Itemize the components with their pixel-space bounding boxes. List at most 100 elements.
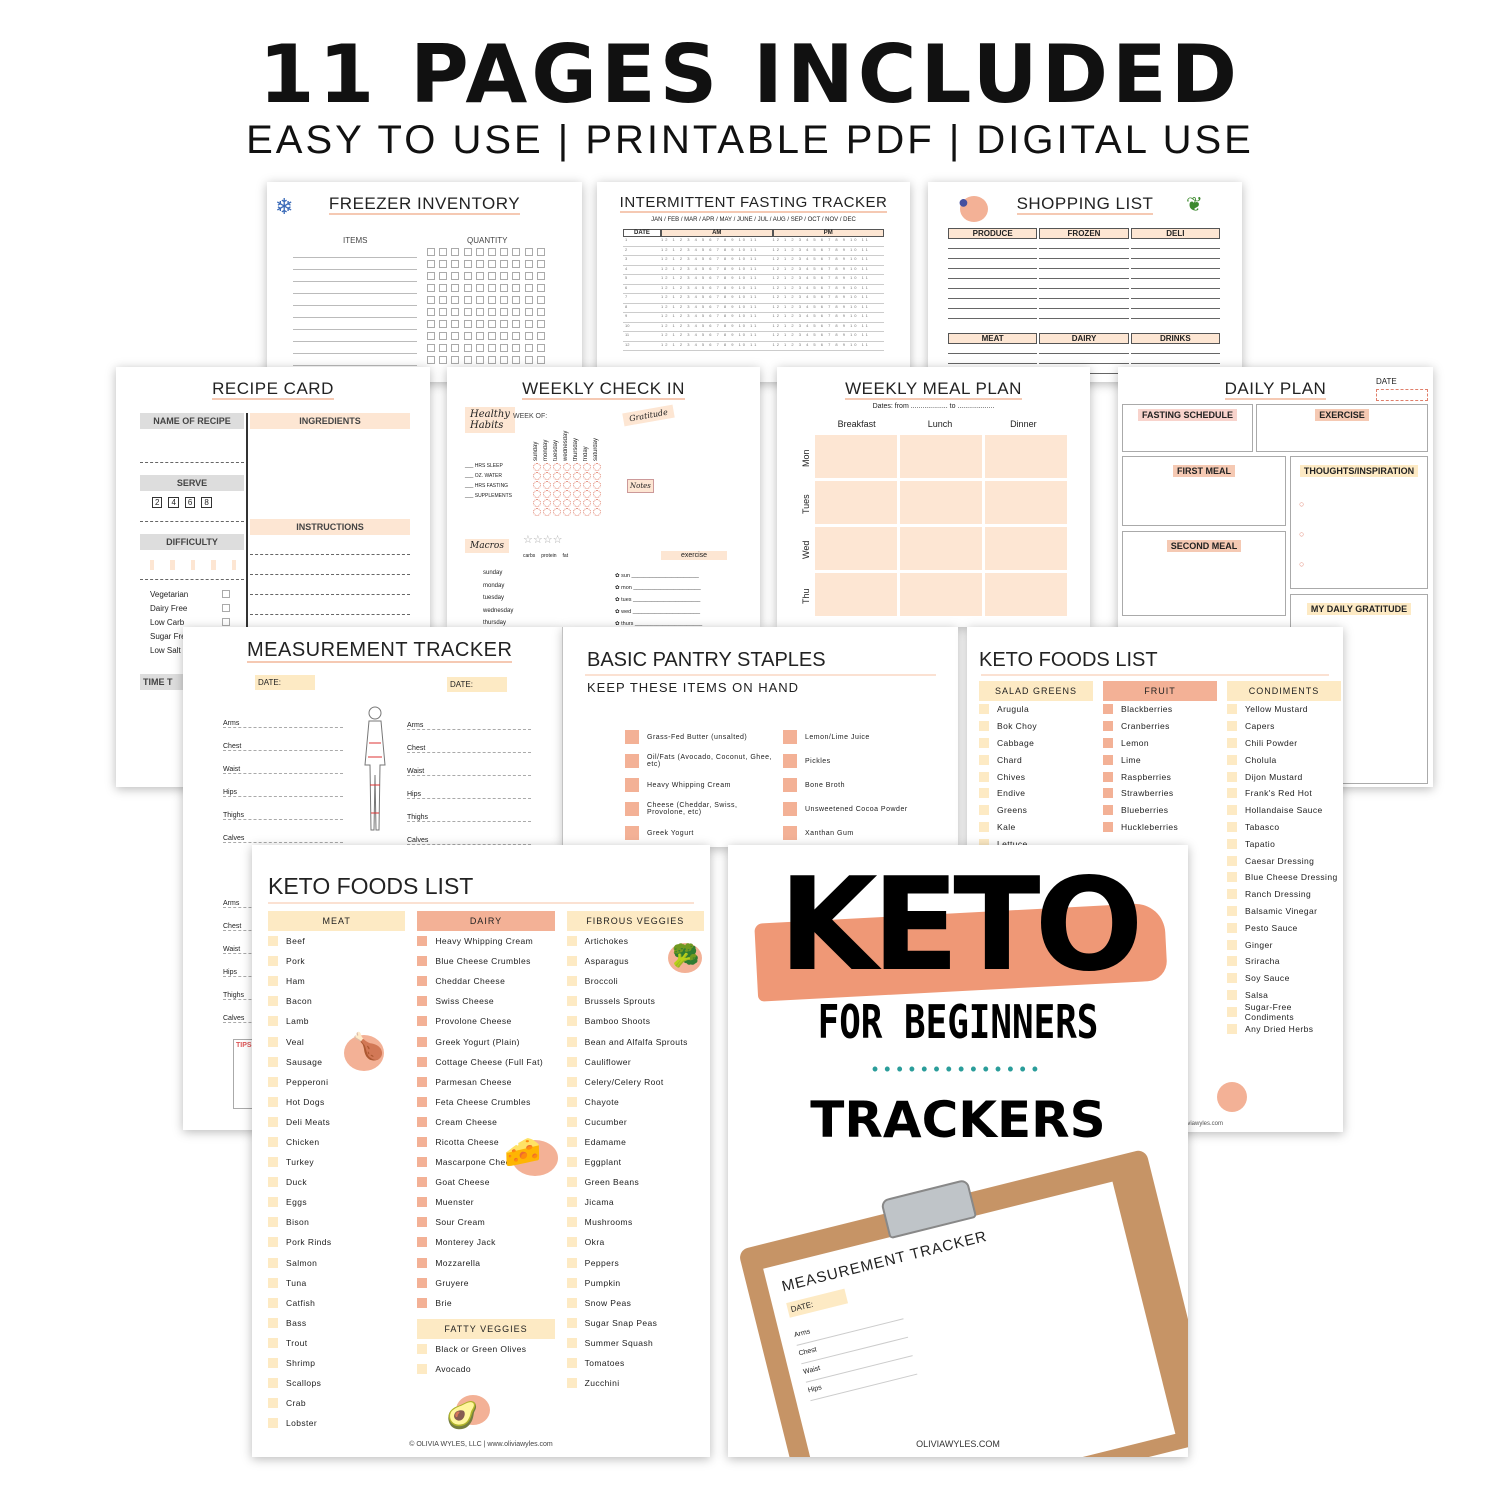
food-item[interactable]: Cranberries	[1103, 718, 1217, 735]
quantity-box[interactable]	[487, 308, 496, 316]
habit-circle[interactable]	[583, 472, 591, 480]
food-item[interactable]: Pork	[268, 951, 405, 971]
list-line[interactable]	[1039, 269, 1129, 279]
checkbox[interactable]	[417, 1056, 428, 1067]
habit-circle[interactable]	[543, 463, 551, 471]
quantity-box[interactable]	[427, 356, 435, 364]
food-item[interactable]: Bacon	[268, 991, 405, 1011]
quantity-box[interactable]	[439, 308, 448, 316]
measurement-row[interactable]: Arms	[407, 707, 531, 730]
food-item[interactable]: Dijon Mustard	[1227, 768, 1341, 785]
quantity-box[interactable]	[463, 344, 472, 352]
am-hours[interactable]: 12 1 2 3 4 5 6 7 8 9 10 11	[661, 323, 773, 332]
quantity-box[interactable]	[463, 308, 472, 316]
habit-circle[interactable]	[553, 490, 561, 498]
meal-cell[interactable]	[985, 573, 1067, 616]
checkbox[interactable]	[417, 1036, 428, 1047]
quantity-box[interactable]	[463, 272, 472, 280]
checkbox[interactable]	[417, 1237, 428, 1248]
checkbox[interactable]	[417, 1297, 428, 1308]
meal-cell[interactable]	[985, 481, 1067, 524]
measurement-row[interactable]: Calves	[223, 820, 343, 843]
pm-hours[interactable]: 12 1 2 3 4 5 6 7 8 9 10 11	[773, 323, 885, 332]
checkbox[interactable]	[625, 826, 639, 840]
item-line[interactable]	[293, 354, 417, 366]
serve-option[interactable]: 2	[152, 497, 163, 508]
checkbox[interactable]	[566, 956, 577, 967]
am-hours[interactable]: 12 1 2 3 4 5 6 7 8 9 10 11	[661, 237, 773, 246]
meal-cell[interactable]	[815, 435, 897, 478]
food-item[interactable]: Gruyere	[417, 1273, 554, 1293]
meal-cell[interactable]	[900, 527, 982, 570]
quantity-box[interactable]	[475, 344, 484, 352]
checkbox[interactable]	[1227, 872, 1237, 883]
habit-circle[interactable]	[593, 463, 601, 471]
meal-cell[interactable]	[900, 481, 982, 524]
measurement-row[interactable]: Calves	[407, 822, 531, 845]
food-item[interactable]: Lime	[1103, 751, 1217, 768]
habit-circle[interactable]	[563, 508, 571, 516]
quantity-box[interactable]	[463, 260, 472, 268]
checkbox[interactable]	[417, 1177, 428, 1188]
food-item[interactable]: Black or Green Olives	[417, 1339, 554, 1359]
checkbox[interactable]	[1227, 771, 1237, 782]
quantity-box[interactable]	[463, 296, 472, 304]
habit-circle[interactable]	[573, 481, 581, 489]
habit-circle[interactable]	[593, 499, 601, 507]
quantity-box[interactable]	[536, 332, 545, 340]
checkbox[interactable]	[417, 956, 428, 967]
food-item[interactable]: Capers	[1227, 718, 1341, 735]
food-item[interactable]: Greens	[979, 802, 1093, 819]
measurement-row[interactable]: Chest	[223, 728, 343, 751]
checkbox[interactable]	[1227, 788, 1237, 799]
list-line[interactable]	[1039, 299, 1129, 309]
quantity-box[interactable]	[487, 260, 496, 268]
list-line[interactable]	[1130, 259, 1220, 269]
quantity-box[interactable]	[524, 356, 533, 364]
pantry-item[interactable]: Greek Yogurt	[625, 821, 775, 845]
habit-circle[interactable]	[543, 490, 551, 498]
food-item[interactable]: Frank's Red Hot	[1227, 785, 1341, 802]
quantity-box[interactable]	[512, 332, 521, 340]
quantity-box[interactable]	[439, 260, 448, 268]
quantity-box[interactable]	[463, 248, 472, 256]
checkbox[interactable]	[1227, 989, 1237, 1000]
list-line[interactable]	[948, 239, 1038, 249]
habit-circle[interactable]	[573, 499, 581, 507]
diet-checkbox[interactable]	[222, 604, 230, 612]
quantity-box[interactable]	[427, 272, 435, 280]
list-line[interactable]	[1130, 354, 1220, 364]
quantity-box[interactable]	[524, 296, 533, 304]
quantity-box[interactable]	[524, 308, 533, 316]
pm-hours[interactable]: 12 1 2 3 4 5 6 7 8 9 10 11	[773, 332, 885, 341]
quantity-box[interactable]	[463, 320, 472, 328]
quantity-box[interactable]	[475, 296, 484, 304]
quantity-box[interactable]	[427, 332, 435, 340]
food-item[interactable]: Duck	[268, 1172, 405, 1192]
checkbox[interactable]	[625, 730, 639, 744]
checkbox[interactable]	[268, 1418, 278, 1429]
checkbox[interactable]	[783, 778, 797, 792]
measurement-row[interactable]: Arms	[223, 705, 343, 728]
habit-circle[interactable]	[573, 463, 581, 471]
habit-circle[interactable]	[533, 499, 541, 507]
pantry-item[interactable]: Oil/Fats (Avocado, Coconut, Ghee, etc)	[625, 749, 775, 773]
habit-circle[interactable]	[533, 463, 541, 471]
quantity-box[interactable]	[451, 284, 460, 292]
quantity-box[interactable]	[512, 320, 521, 328]
food-item[interactable]: Avocado	[417, 1359, 554, 1379]
checkbox[interactable]	[268, 1096, 278, 1107]
food-item[interactable]: Edamame	[566, 1132, 704, 1152]
food-item[interactable]: Catfish	[268, 1293, 405, 1313]
food-item[interactable]: Okra	[566, 1232, 704, 1252]
quantity-box[interactable]	[524, 248, 533, 256]
food-item[interactable]: Eggplant	[566, 1152, 704, 1172]
food-item[interactable]: Chili Powder	[1227, 735, 1341, 752]
checkbox[interactable]	[417, 1277, 428, 1288]
food-item[interactable]: Beef	[268, 931, 405, 951]
quantity-box[interactable]	[512, 260, 521, 268]
item-line[interactable]	[293, 282, 417, 294]
checkbox[interactable]	[783, 730, 797, 744]
quantity-box[interactable]	[487, 332, 496, 340]
food-item[interactable]: Pesto Sauce	[1227, 919, 1341, 936]
